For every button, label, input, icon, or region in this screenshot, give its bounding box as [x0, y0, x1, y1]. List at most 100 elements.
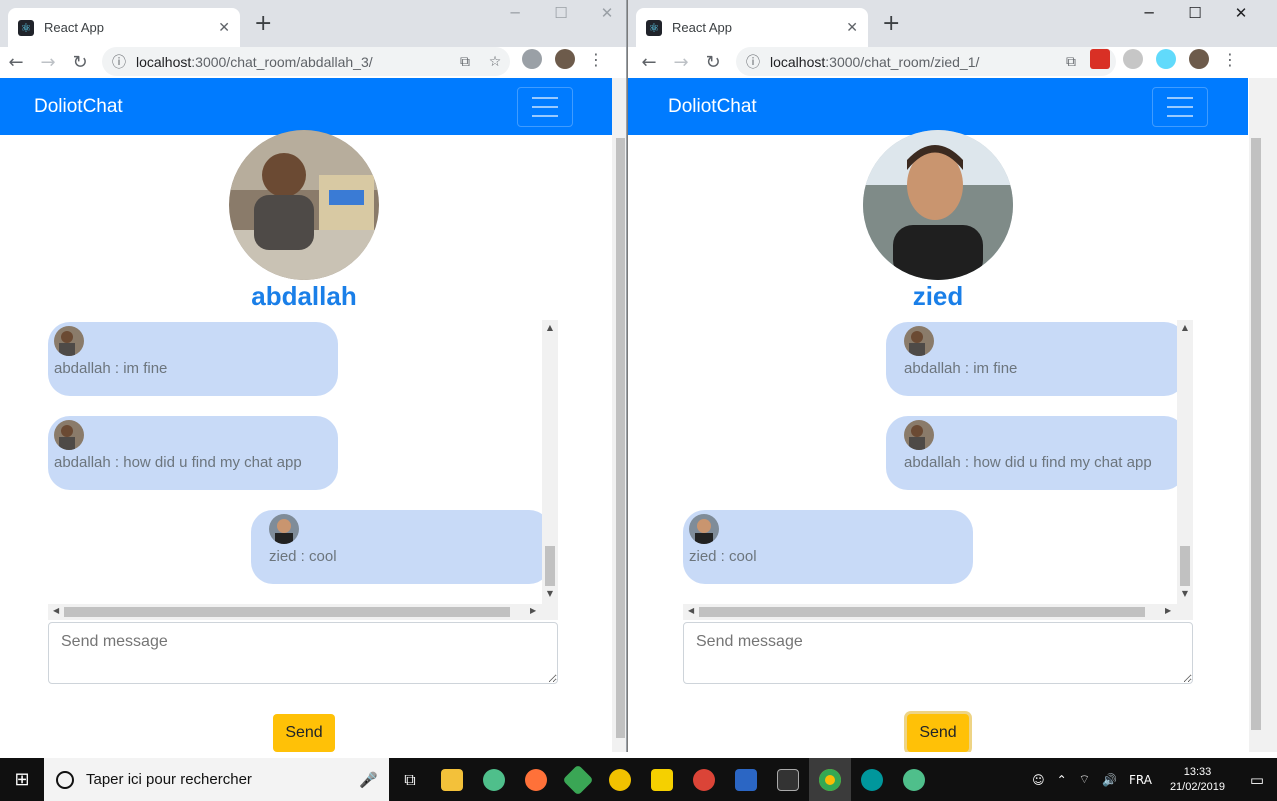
profile-avatar-icon[interactable] [1189, 49, 1209, 69]
task-view-icon[interactable]: ⧉ [389, 758, 431, 801]
microphone-icon[interactable]: 🎤 [359, 771, 389, 789]
back-icon[interactable]: ← [0, 52, 32, 73]
navbar-brand[interactable]: DoliotChat [34, 96, 123, 118]
scroll-thumb[interactable] [64, 607, 510, 617]
username-heading: abdallah [251, 281, 357, 311]
navbar-toggler-icon[interactable] [1152, 86, 1208, 127]
translate-icon[interactable]: ⧉ [1056, 54, 1086, 70]
close-tab-icon[interactable]: ✕ [218, 20, 230, 36]
react-devtools-icon[interactable] [1156, 49, 1176, 69]
notification-icon[interactable]: ▭ [1237, 771, 1277, 789]
message-input[interactable] [683, 622, 1193, 684]
scroll-thumb[interactable] [545, 546, 555, 586]
forward-icon[interactable]: → [665, 52, 697, 73]
terminal-icon[interactable] [767, 758, 809, 801]
git-icon[interactable] [557, 758, 599, 801]
scroll-thumb[interactable] [699, 607, 1145, 617]
chat-messages[interactable]: abdallah : im fine abdallah : how did u … [683, 320, 1193, 620]
forward-icon[interactable]: → [32, 52, 64, 73]
file-explorer-icon[interactable] [431, 758, 473, 801]
minimize-icon[interactable]: ─ [492, 4, 538, 22]
scroll-left-icon[interactable]: ◀ [688, 606, 694, 615]
maximize-icon[interactable]: ☐ [1172, 4, 1218, 22]
window-app-icon[interactable] [725, 758, 767, 801]
url-path: :3000/chat_room/abdallah_3/ [191, 53, 373, 70]
menu-kebab-icon[interactable]: ⋮ [1222, 50, 1238, 69]
chrome-icon[interactable] [683, 758, 725, 801]
navbar-brand[interactable]: DoliotChat [668, 96, 757, 118]
vertical-scrollbar[interactable]: ▲ ▼ [1177, 320, 1193, 604]
message-avatar [904, 420, 934, 450]
windows-start-icon[interactable]: ⊞ [0, 769, 44, 790]
atom-icon[interactable] [893, 758, 935, 801]
page-scrollbar[interactable] [1249, 78, 1277, 752]
volume-icon[interactable]: 🔊 [1096, 773, 1123, 787]
close-window-icon[interactable]: ✕ [1218, 4, 1264, 22]
bookmark-star-icon[interactable]: ☆ [480, 54, 510, 70]
url-host: localhost [770, 53, 826, 70]
message-bubble: zied : cool [251, 510, 551, 584]
browser-tab[interactable]: ⚛ React App ✕ [636, 8, 868, 47]
info-icon[interactable]: ⓘ [112, 52, 136, 72]
close-window-icon[interactable]: ✕ [584, 4, 626, 22]
people-icon[interactable]: ☺ [1026, 773, 1051, 787]
chrome-active-icon[interactable] [809, 758, 851, 801]
atom-icon[interactable] [473, 758, 515, 801]
address-bar[interactable]: ⓘ localhost:3000/chat_room/zied_1/ ⧉ ☆ [736, 47, 1116, 76]
navbar-toggler-icon[interactable] [517, 86, 573, 127]
username-heading: zied [912, 281, 964, 311]
new-tab-icon[interactable]: + [254, 11, 272, 36]
language-indicator[interactable]: FRA [1123, 773, 1158, 787]
scroll-up-icon[interactable]: ▲ [542, 323, 558, 332]
info-icon[interactable]: ⓘ [746, 52, 770, 72]
clock-time: 13:33 [1183, 765, 1212, 778]
extensions-area: ⋮ [1090, 49, 1238, 69]
tab-title: React App [672, 20, 732, 35]
horizontal-scrollbar[interactable]: ◀ ▶ [683, 604, 1193, 620]
page-scroll-thumb[interactable] [1251, 138, 1261, 730]
page-scroll-thumb[interactable] [616, 138, 625, 738]
extension-icon[interactable] [1123, 49, 1143, 69]
message-bubble: abdallah : how did u find my chat app [48, 416, 338, 490]
duck-app-icon[interactable] [599, 758, 641, 801]
back-icon[interactable]: ← [633, 52, 665, 73]
send-button[interactable]: Send [273, 714, 335, 752]
extension-icon[interactable] [1090, 49, 1110, 69]
new-tab-icon[interactable]: + [882, 11, 900, 36]
translate-icon[interactable]: ⧉ [450, 54, 480, 70]
scroll-up-icon[interactable]: ▲ [1177, 323, 1193, 332]
browser-tab[interactable]: ⚛ React App ✕ [8, 8, 240, 47]
extension-icon[interactable] [522, 49, 542, 69]
minimize-icon[interactable]: ─ [1126, 4, 1172, 22]
message-input[interactable] [48, 622, 558, 684]
cortana-icon [56, 770, 74, 789]
taskbar-search[interactable]: Taper ici pour rechercher 🎤 [44, 758, 389, 801]
page-viewport: DoliotChat zied abdallah : im fine abdal… [628, 78, 1248, 752]
message-text: zied : cool [689, 548, 757, 565]
vertical-scrollbar[interactable]: ▲ ▼ [542, 320, 558, 604]
arduino-icon[interactable] [851, 758, 893, 801]
firefox-icon[interactable] [515, 758, 557, 801]
close-tab-icon[interactable]: ✕ [846, 20, 858, 36]
network-icon[interactable]: ⌔ [1073, 772, 1096, 787]
scroll-down-icon[interactable]: ▼ [1177, 589, 1193, 598]
scroll-right-icon[interactable]: ▶ [530, 606, 536, 615]
scroll-right-icon[interactable]: ▶ [1165, 606, 1171, 615]
page-viewport: DoliotChat abdallah abdallah : im fine a… [0, 78, 612, 752]
menu-kebab-icon[interactable]: ⋮ [588, 50, 604, 69]
scroll-thumb[interactable] [1180, 546, 1190, 586]
chat-messages[interactable]: abdallah : im fine abdallah : how did u … [48, 320, 558, 620]
address-bar[interactable]: ⓘ localhost:3000/chat_room/abdallah_3/ ⧉… [102, 47, 510, 76]
page-scrollbar[interactable] [612, 78, 626, 752]
scroll-down-icon[interactable]: ▼ [542, 589, 558, 598]
reload-icon[interactable]: ↻ [697, 52, 729, 73]
taskbar-clock[interactable]: 13:33 21/02/2019 [1158, 765, 1237, 795]
horizontal-scrollbar[interactable]: ◀ ▶ [48, 604, 558, 620]
tray-expand-icon[interactable]: ⌃ [1051, 773, 1073, 787]
text-editor-icon[interactable] [641, 758, 683, 801]
send-button[interactable]: Send [907, 714, 969, 752]
reload-icon[interactable]: ↻ [64, 52, 96, 73]
profile-avatar-icon[interactable] [555, 49, 575, 69]
scroll-left-icon[interactable]: ◀ [53, 606, 59, 615]
maximize-icon[interactable]: ☐ [538, 4, 584, 22]
